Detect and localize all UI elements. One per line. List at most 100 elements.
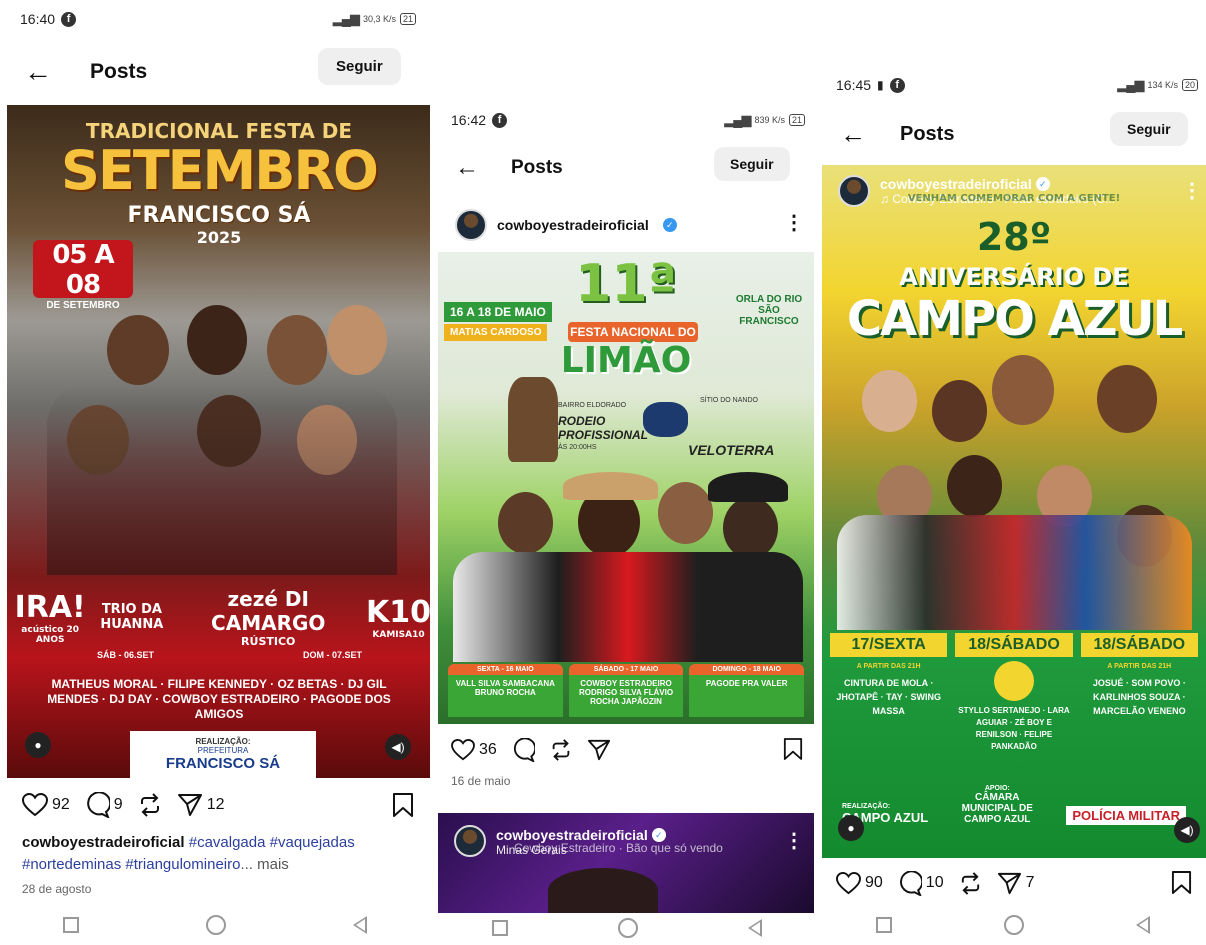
home-icon[interactable] <box>618 918 638 938</box>
poster-dates: 05 A 08 <box>52 240 114 300</box>
poster-day2: DOM - 07.SET <box>303 650 363 660</box>
post-username[interactable]: cowboyestradeiroficial <box>880 176 1032 192</box>
back-arrow-icon[interactable]: ← <box>24 58 52 86</box>
poster-limao: LIMÃO <box>560 340 692 381</box>
home-icon[interactable] <box>205 915 226 935</box>
schedule-day3-body: PAGODE PRA VALER <box>689 675 805 717</box>
bookmark-icon <box>392 792 414 818</box>
poster-names: MATHEUS MORAL · FILIPE KENNEDY · OZ BETA… <box>47 677 391 721</box>
sound-icon[interactable]: ◀) <box>385 734 411 760</box>
post-image[interactable]: TRADICIONAL FESTA DE SETEMBRO FRANCISCO … <box>7 105 430 778</box>
sound-icon[interactable]: ◀) <box>1174 817 1200 843</box>
artists-photo <box>453 472 803 662</box>
post-date: 16 de maio <box>451 774 511 788</box>
next-post-header: cowboyestradeiroficial ✓ Minas Gerais Cow… <box>454 825 723 857</box>
caption-username[interactable]: cowboyestradeiroficial <box>22 834 185 851</box>
heart-icon <box>836 871 861 895</box>
tagged-people-icon[interactable]: ● <box>838 815 864 841</box>
post-caption: cowboyestradeiroficial #cavalgada #vaque… <box>22 832 422 876</box>
bookmark-icon <box>783 737 803 761</box>
comment-count: 9 <box>113 796 123 813</box>
save-button[interactable] <box>783 737 803 761</box>
more-options-icon[interactable]: ⋮ <box>784 831 804 851</box>
artists-photo <box>47 305 397 575</box>
tagged-people-icon[interactable]: ● <box>25 732 51 758</box>
recents-icon[interactable] <box>876 917 892 933</box>
repost-button[interactable] <box>137 792 163 818</box>
back-nav-icon[interactable] <box>1136 916 1150 934</box>
poster-act3: zezé DI CAMARGO <box>211 586 326 635</box>
like-button[interactable]: 36 <box>451 739 497 761</box>
share-button[interactable]: 7 <box>997 871 1035 896</box>
schedule-day3-from: A PARTIR DAS 21H <box>1107 663 1172 670</box>
poster-day1: SÁB - 06.SET <box>97 650 155 660</box>
back-nav-icon[interactable] <box>748 919 762 937</box>
next-post-music: Cowboy Estradeiro · Bão que só vendo <box>514 841 723 855</box>
poster-act4: K10 <box>366 594 430 630</box>
poster-realizacao: REALIZAÇÃO: <box>842 803 891 810</box>
network-speed: 30,3 K/s <box>362 14 396 24</box>
poster-act3-sub: RÚSTICO <box>241 634 296 648</box>
comment-button[interactable]: 9 <box>84 792 123 818</box>
more-options-icon[interactable]: ⋮ <box>784 213 804 233</box>
back-nav-icon[interactable] <box>352 916 367 934</box>
poster-sponsor: REALIZAÇÃO: PREFEITURA FRANCISCO SÁ <box>130 731 316 778</box>
post-image[interactable]: cowboyestradeiroficial ✓ ♫ Cowboy Estrade… <box>822 165 1206 858</box>
comment-button[interactable] <box>511 738 535 762</box>
comment-button[interactable]: 10 <box>897 870 944 896</box>
poster-camara: CÂMARA MUNICIPAL DE CAMPO AZUL <box>961 792 1033 825</box>
like-button[interactable]: 92 <box>22 793 70 817</box>
schedule-day1-body: VALL SILVA SAMBACANA BRUNO ROCHA <box>448 675 563 717</box>
follow-button[interactable]: Seguir <box>714 147 790 181</box>
avatar[interactable] <box>455 209 487 241</box>
phone-screen-1: 16:40 f ▂▄▆ 30,3 K/s 21 ← Posts Seguir TRAD… <box>0 0 430 945</box>
signal-icon: ▂▄▆ <box>724 112 751 127</box>
poster-prefeitura: PREFEITURA <box>197 746 249 755</box>
poster-line2: SETEMBRO <box>61 139 379 202</box>
back-arrow-icon[interactable]: ← <box>840 121 866 147</box>
follow-button[interactable]: Seguir <box>1110 112 1188 146</box>
poster-aniv: ANIVERSÁRIO DE <box>899 263 1129 291</box>
follow-button[interactable]: Seguir <box>318 48 401 85</box>
phone-screen-3: 16:45 ▮ f ▂▄▆ 134 K/s 20 ← Posts Seguir cowb… <box>820 60 1206 945</box>
schedule-day3-body: JOSUÉ · SOM POVO · KARLINHOS SOUZA · MAR… <box>1092 678 1186 716</box>
battery-icon: 21 <box>399 13 416 25</box>
comment-icon <box>897 870 922 896</box>
poster-place: MATIAS CARDOSO <box>444 324 548 341</box>
next-avatar[interactable] <box>454 825 486 857</box>
post-actions: 90 10 7 <box>836 868 1192 898</box>
poster-sponsors: REALIZAÇÃO: CAMPO AZUL APOIO: CÂMARA MUNIC… <box>842 785 1186 825</box>
poster-sitio: SÍTIO DO NANDO <box>700 397 758 404</box>
facebook-icon: f <box>492 112 508 128</box>
recents-icon[interactable] <box>492 920 508 936</box>
poster-policia: POLÍCIA MILITAR <box>1066 806 1186 825</box>
save-button[interactable] <box>392 792 414 818</box>
home-icon[interactable] <box>1004 915 1024 935</box>
repost-button[interactable] <box>958 871 983 896</box>
like-button[interactable]: 90 <box>836 871 883 895</box>
poster-acts: IRA! acústico 20 ANOS TRIO DA HUANNA zezé… <box>7 586 430 648</box>
share-button[interactable] <box>587 738 611 762</box>
poster-line3: FRANCISCO SÁ <box>127 203 311 228</box>
status-bar: 16:42 f ▂▄▆ 839 K/s 21 <box>437 109 817 131</box>
page-title: Posts <box>900 122 955 145</box>
like-count: 90 <box>865 874 883 891</box>
status-time: 16:42 <box>451 112 487 128</box>
repost-button[interactable] <box>549 738 573 762</box>
poster-act2: TRIO DA HUANNA <box>100 602 164 632</box>
poster-city: CAMPO AZUL <box>846 291 1183 347</box>
save-button[interactable] <box>1171 870 1192 895</box>
poster-festa: FESTA NACIONAL DO <box>568 322 698 342</box>
repost-icon <box>549 738 573 762</box>
comment-count: 10 <box>925 874 944 891</box>
share-button[interactable]: 12 <box>177 792 225 818</box>
next-post-image[interactable]: cowboyestradeiroficial ✓ Minas Gerais Cow… <box>438 813 814 913</box>
post-image[interactable]: 16 A 18 DE MAIO MATIAS CARDOSO 11ª FESTA… <box>438 252 814 724</box>
poster-bairro: BAIRRO ELDORADO <box>558 402 627 409</box>
recents-icon[interactable] <box>63 917 80 933</box>
caption-more[interactable]: ... mais <box>240 856 288 873</box>
status-bar: 16:40 f ▂▄▆ 30,3 K/s 21 <box>0 8 430 30</box>
back-arrow-icon[interactable]: ← <box>455 156 479 180</box>
battery-icon: 21 <box>788 114 805 126</box>
post-username[interactable]: cowboyestradeiroficial <box>497 217 649 233</box>
